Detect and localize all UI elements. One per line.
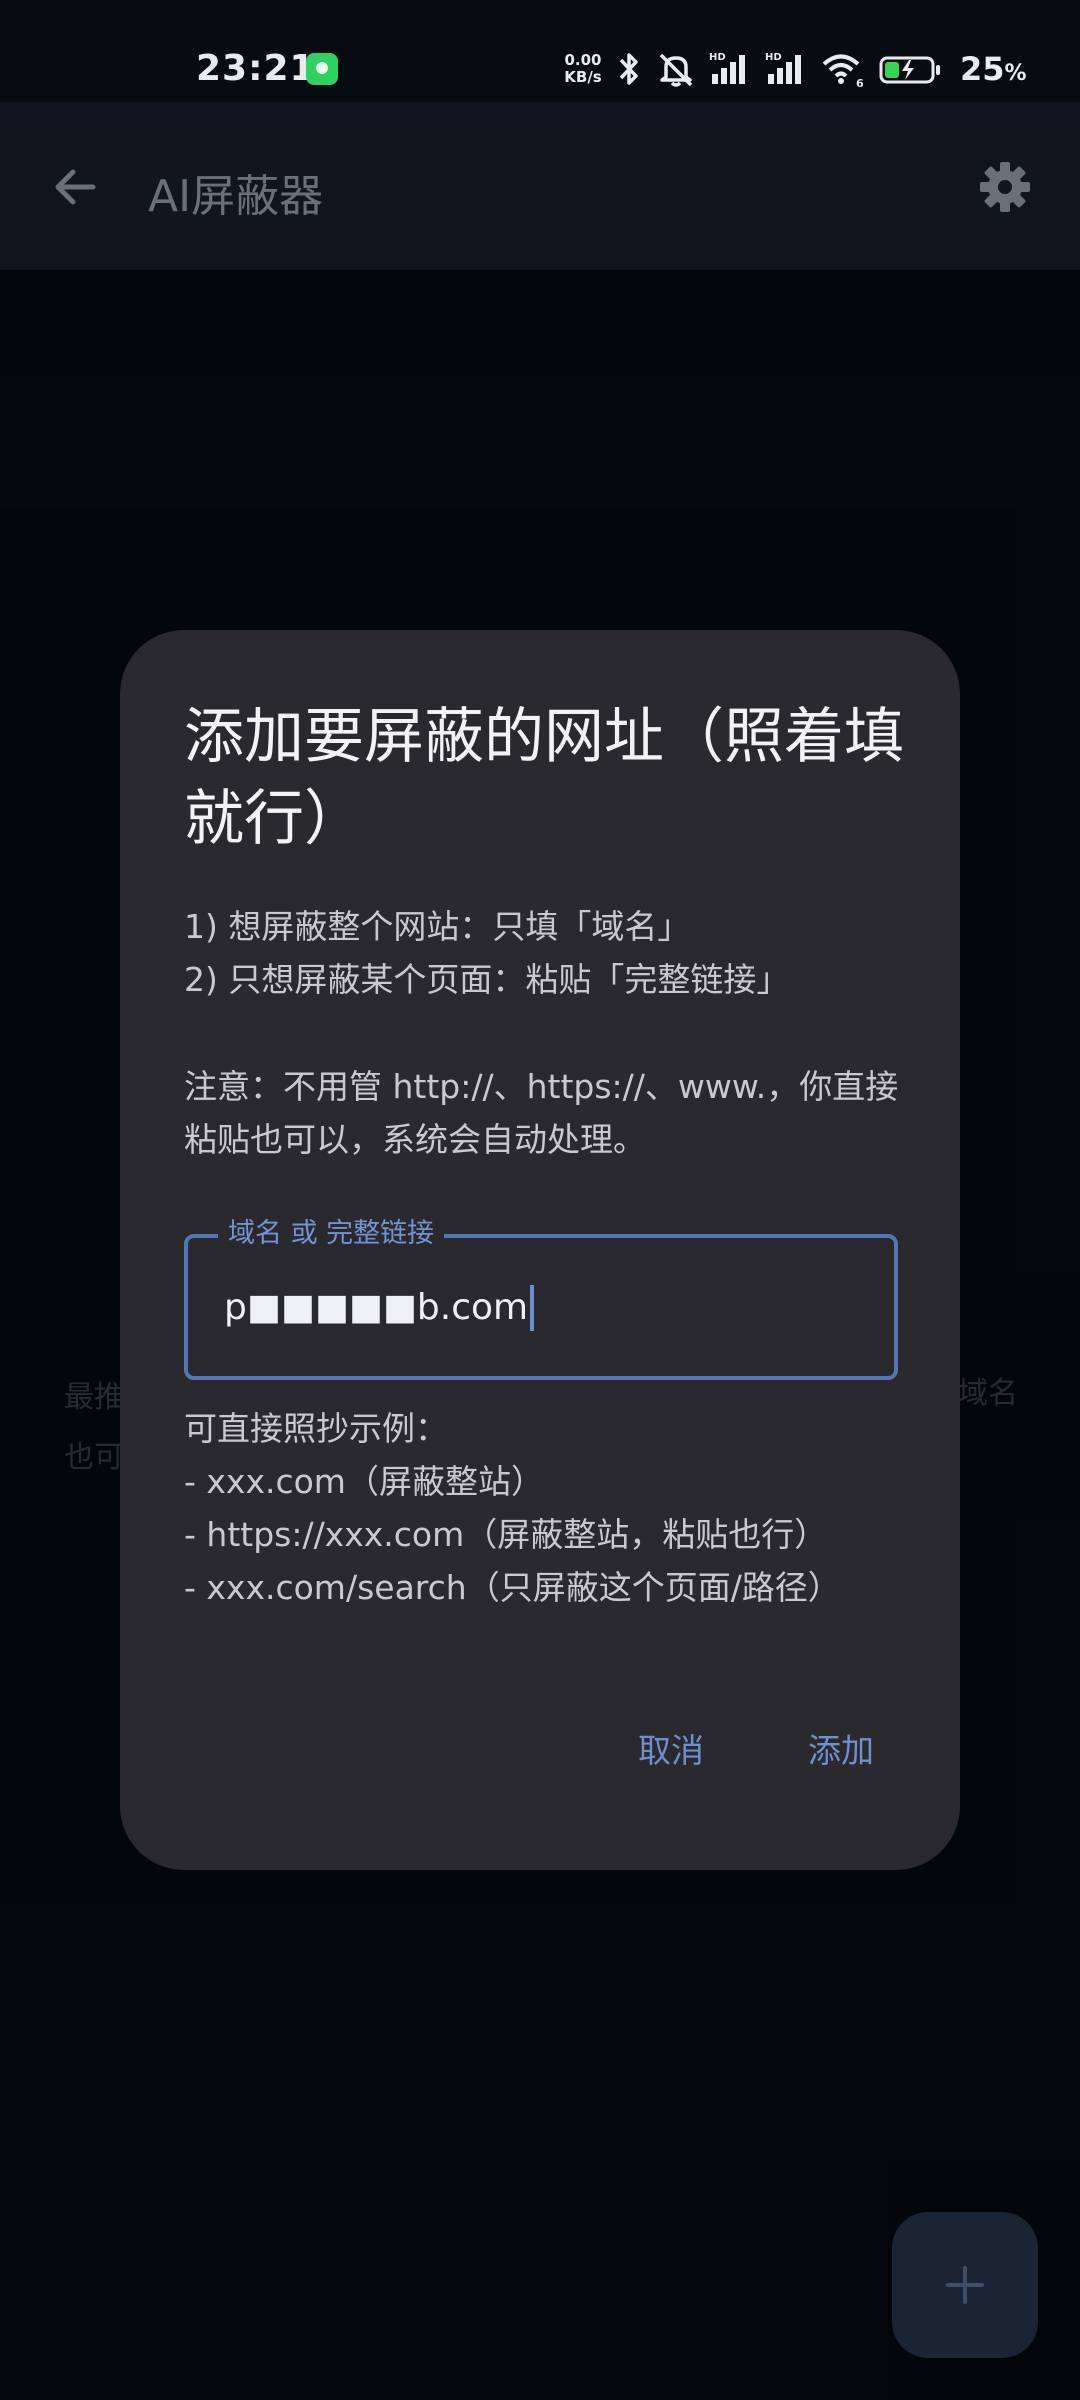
url-input-value: p■■■■■b.com [224, 1287, 529, 1328]
signal-2-label: HD [765, 52, 782, 63]
plus-icon [946, 2266, 984, 2304]
dialog-actions: 取消 添加 [616, 1712, 896, 1784]
mute-icon [659, 53, 693, 87]
app-notification-icon [306, 53, 338, 85]
url-input-label: 域名 或 完整链接 [218, 1214, 445, 1254]
example-item: - https://xxx.com（屏蔽整站，粘贴也行） [184, 1515, 828, 1554]
example-item: - xxx.com/search（只屏蔽这个页面/路径） [184, 1568, 841, 1607]
url-input[interactable]: p■■■■■b.com [224, 1282, 824, 1334]
network-speed: 0.00 KB/s [558, 52, 608, 86]
battery-charging-icon [879, 56, 940, 84]
network-speed-unit: KB/s [564, 68, 602, 86]
network-speed-value: 0.00 [564, 51, 602, 69]
app-title: AI屏蔽器 [148, 171, 324, 222]
add-button[interactable]: 添加 [786, 1712, 896, 1784]
text-cursor [530, 1285, 535, 1331]
bluetooth-icon [619, 53, 638, 85]
gear-icon [980, 162, 1030, 212]
url-input-field[interactable]: 域名 或 完整链接 p■■■■■b.com [184, 1214, 898, 1380]
battery-percent: 25% [960, 50, 1027, 88]
signal-1-label: HD [709, 52, 726, 63]
settings-button[interactable] [970, 152, 1040, 222]
dialog-note: 注意：不用管 http://、https://、www.，你直接粘贴也可以，系统… [184, 1067, 899, 1159]
status-bar: 23:21 0.00 KB/s HD HD 6 25% [0, 0, 1080, 102]
status-icons: HD HD 6 [614, 48, 942, 90]
arrow-back-icon [55, 169, 96, 205]
cancel-button[interactable]: 取消 [616, 1712, 726, 1784]
back-button[interactable] [40, 152, 110, 222]
examples-section: 可直接照抄示例： - xxx.com（屏蔽整站） - https://xxx.c… [184, 1402, 904, 1614]
battery-percent-value: 25 [960, 50, 1005, 88]
add-fab[interactable] [892, 2212, 1038, 2358]
wifi-label: 6 [856, 77, 864, 88]
app-bar: AI屏蔽器 [0, 102, 1080, 270]
examples-heading: 可直接照抄示例： [184, 1409, 448, 1448]
add-url-dialog: 添加要屏蔽的网址（照着填就行） 1) 想屏蔽整个网站：只填「域名」 2) 只想屏… [120, 630, 960, 1870]
dialog-instructions: 1) 想屏蔽整个网站：只填「域名」 2) 只想屏蔽某个页面：粘贴「完整链接」 注… [184, 900, 904, 1166]
wifi-icon: 6 [822, 54, 864, 88]
signal-icon: HD [765, 52, 801, 84]
screen: 23:21 0.00 KB/s HD HD 6 25% AI屏蔽器 最推 也可 … [0, 0, 1080, 2400]
instruction-line: 1) 想屏蔽整个网站：只填「域名」 [184, 907, 691, 946]
status-time: 23:21 [196, 48, 316, 89]
signal-icon: HD [709, 52, 745, 84]
example-item: - xxx.com（屏蔽整站） [184, 1462, 544, 1501]
battery-percent-unit: % [1004, 61, 1027, 86]
dialog-title: 添加要屏蔽的网址（照着填就行） [184, 702, 904, 854]
instruction-line: 2) 只想屏蔽某个页面：粘贴「完整链接」 [184, 960, 790, 999]
